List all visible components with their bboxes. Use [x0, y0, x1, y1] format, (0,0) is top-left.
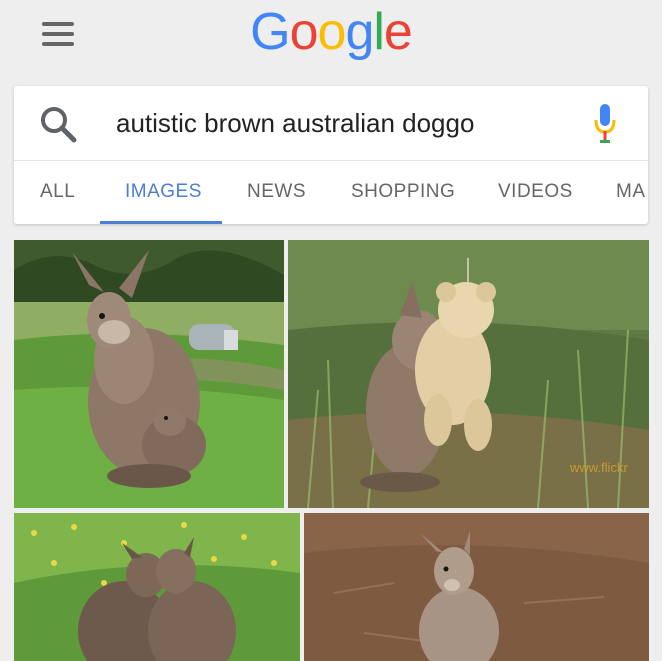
logo-letter: G: [250, 3, 290, 61]
tab-videos[interactable]: VIDEOS: [498, 161, 573, 224]
logo-letter: l: [373, 3, 385, 61]
active-tab-indicator: [100, 221, 222, 224]
tab-shopping[interactable]: SHOPPING: [351, 161, 455, 224]
logo-letter: g: [345, 3, 374, 61]
watermark-text: www.flickr: [569, 460, 628, 475]
tab-maps[interactable]: MA: [616, 161, 646, 224]
top-bar: Google: [0, 0, 662, 84]
tab-all[interactable]: ALL: [40, 161, 75, 224]
search-bar: [14, 86, 648, 161]
search-icon[interactable]: [38, 104, 78, 144]
search-card: ALL IMAGES NEWS SHOPPING VIDEOS MA: [14, 86, 648, 224]
tab-images[interactable]: IMAGES: [125, 161, 202, 224]
search-tabs: ALL IMAGES NEWS SHOPPING VIDEOS MA: [14, 161, 648, 224]
logo-letter: o: [317, 3, 347, 61]
image-result-two-wallabies-hugging[interactable]: [14, 513, 300, 661]
microphone-icon[interactable]: [592, 102, 618, 146]
logo-letter: e: [383, 3, 413, 61]
image-result-kangaroo-with-joey[interactable]: [14, 240, 284, 508]
logo-letter: o: [289, 3, 319, 61]
image-result-joey-hugging-teddy-bear[interactable]: www.flickr: [288, 240, 649, 508]
tab-news[interactable]: NEWS: [247, 161, 306, 224]
google-logo[interactable]: Google: [0, 2, 662, 62]
search-input[interactable]: [116, 106, 566, 140]
image-result-wallaby-sitting[interactable]: [304, 513, 649, 661]
